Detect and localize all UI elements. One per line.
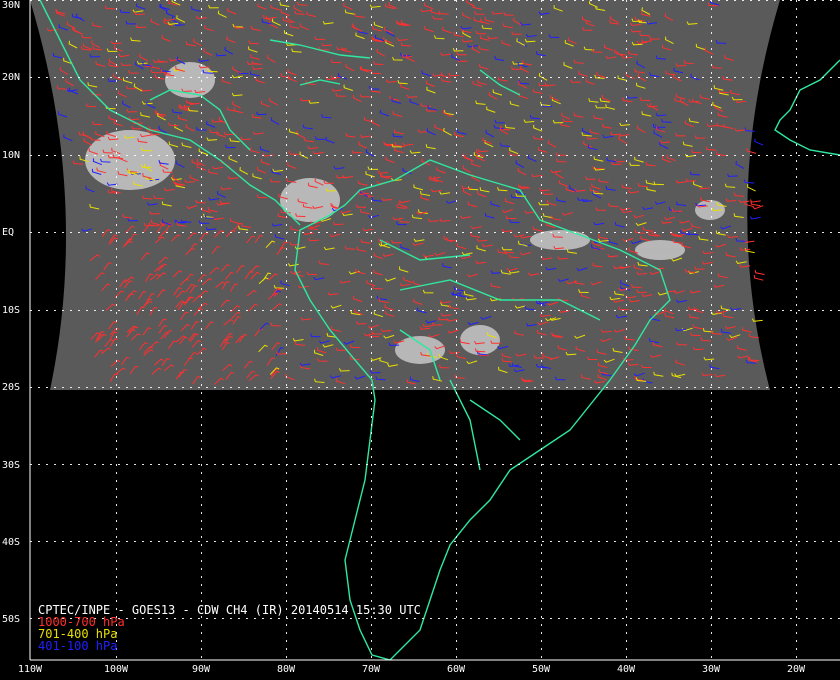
lon-label-110w: 110W — [17, 664, 43, 675]
lat-label-30s: 30S — [2, 460, 21, 471]
lon-label-80w: 80W — [276, 664, 296, 675]
lon-label-40w: 40W — [616, 664, 636, 675]
lat-label-10s: 10S — [2, 305, 21, 316]
lat-label-30n: 30N — [2, 0, 21, 11]
lon-label-20w: 20W — [786, 664, 806, 675]
lat-label-20n: 20N — [2, 72, 21, 83]
lon-label-70w: 70W — [361, 664, 381, 675]
lon-label-30w: 30W — [701, 664, 721, 675]
caption-block: CPTEC/INPE - GOES13 - CDW CH4 (IR) 20140… — [38, 604, 421, 652]
lon-label-100w: 100W — [103, 664, 129, 675]
lon-label-50w: 50W — [531, 664, 551, 675]
lat-label-10n: 10N — [2, 150, 21, 161]
lon-label-90w: 90W — [191, 664, 211, 675]
wind-barb — [752, 205, 764, 210]
wind-barb — [749, 216, 761, 220]
wind-barb — [754, 269, 765, 275]
lat-label-20s: 20S — [2, 382, 21, 393]
africa-coast — [774, 59, 840, 156]
legend-high-level: 401-100 hPa — [38, 639, 118, 653]
lat-label-50s: 50S — [2, 614, 21, 625]
wind-barb — [754, 138, 764, 146]
lon-label-60w: 60W — [446, 664, 466, 675]
lat-label-eq: EQ — [2, 227, 15, 238]
wind-map-view: 30N 20N 10N EQ 10S 20S 30S 40S 50S 110W … — [0, 0, 840, 680]
wind-barb — [747, 184, 756, 192]
wind-barb — [753, 274, 764, 281]
lat-label-40s: 40S — [2, 537, 21, 548]
map-canvas — [29, 0, 840, 661]
wind-barb — [749, 199, 761, 203]
